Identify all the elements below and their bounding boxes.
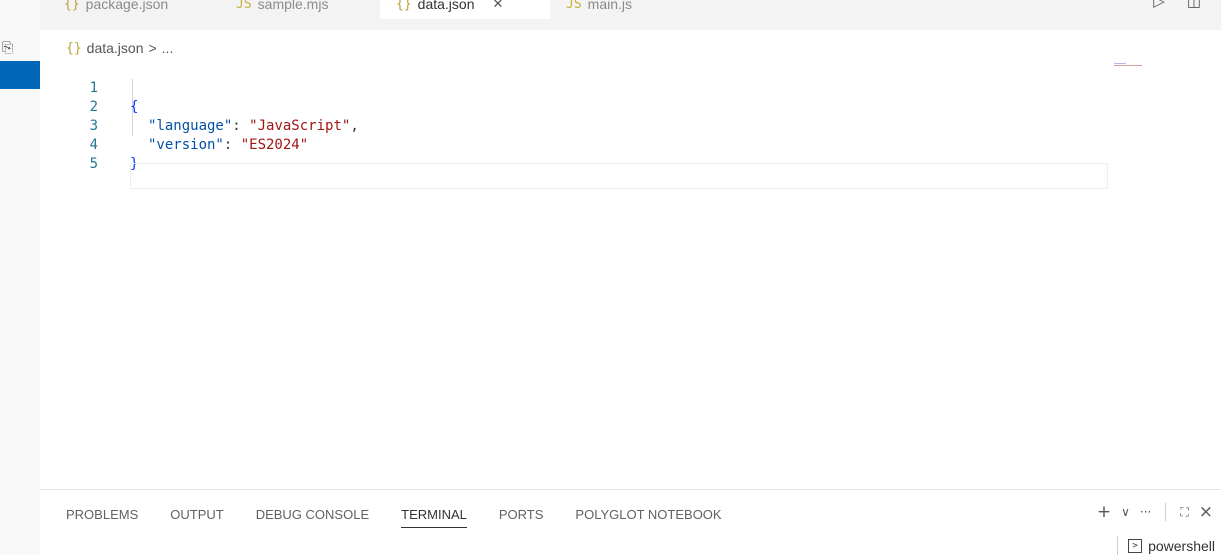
tab-sample-mjs[interactable]: JS sample.mjs [220,0,344,19]
tab-polyglot-notebook[interactable]: POLYGLOT NOTEBOOK [575,500,721,530]
editor-tab-bar: {} package.json JS sample.mjs {} data.js… [40,0,1221,30]
tab-problems[interactable]: PROBLEMS [66,500,138,530]
current-line-highlight [130,163,1108,189]
line-number: 5 [89,156,98,172]
chevron-down-icon[interactable]: ∨ [1121,505,1130,519]
minimap-line [1114,63,1126,64]
js-file-icon: JS [566,0,582,12]
more-actions-icon[interactable]: ··· [1140,505,1151,519]
breadcrumb-file[interactable]: data.json [87,40,144,56]
tab-label: main.js [587,0,633,12]
js-file-icon: JS [236,0,252,12]
run-icon[interactable]: ▷ [1153,0,1165,10]
tab-label: sample.mjs [257,0,329,12]
breadcrumb: {} data.json > ... [66,38,173,58]
json-file-icon: {} [66,40,82,56]
breadcrumb-rest[interactable]: ... [162,40,174,56]
explorer-icon[interactable]: ⎘ [2,40,13,56]
tab-ports[interactable]: PORTS [499,500,544,530]
close-icon[interactable]: ✕ [492,0,503,12]
close-icon[interactable]: × [1199,502,1213,522]
terminal-icon: > [1128,538,1143,553]
code-line: 3 "version": "ES2024" [40,98,1108,153]
activity-bar: ⎘ [0,0,40,555]
new-terminal-icon[interactable]: + [1097,502,1111,522]
panel-divider[interactable] [40,489,1221,490]
chevron-right-icon: > [148,40,157,56]
tab-label: data.json [417,0,475,12]
code-line: 5 [40,136,1108,172]
tab-label: package.json [85,0,169,12]
tab-package-json[interactable]: {} package.json [48,0,184,19]
tab-data-json[interactable]: {} data.json ✕ [380,0,550,19]
tab-output[interactable]: OUTPUT [170,500,223,530]
tab-main-js[interactable]: JS main.js [550,0,648,19]
tab-terminal[interactable]: TERMINAL [401,500,467,530]
editor-actions: ▷ ◫ [1153,0,1201,10]
terminal-list-item[interactable]: > powershell [1117,536,1215,555]
panel-tab-bar: PROBLEMS OUTPUT DEBUG CONSOLE TERMINAL P… [66,500,754,530]
panel-actions: + ∨ ··· ⛶ × [1097,502,1213,522]
activity-selected-item[interactable] [0,61,40,89]
code-line: 4 } [40,117,1108,172]
code-line: 1 { [40,60,1108,115]
json-file-icon: {} [396,0,412,12]
minimap-line [1114,65,1142,66]
code-line: 2 "language": "JavaScript", [40,79,1108,134]
tab-debug-console[interactable]: DEBUG CONSOLE [256,500,369,530]
json-file-icon: {} [64,0,80,12]
split-editor-icon[interactable]: ◫ [1187,0,1201,10]
maximize-panel-icon[interactable]: ⛶ [1180,505,1188,520]
code-editor[interactable]: 1 { 2 "language": "JavaScript", 3 "versi… [40,60,1110,190]
minimap[interactable] [1114,63,1144,67]
terminal-name: powershell [1148,537,1215,554]
separator [1165,503,1167,521]
